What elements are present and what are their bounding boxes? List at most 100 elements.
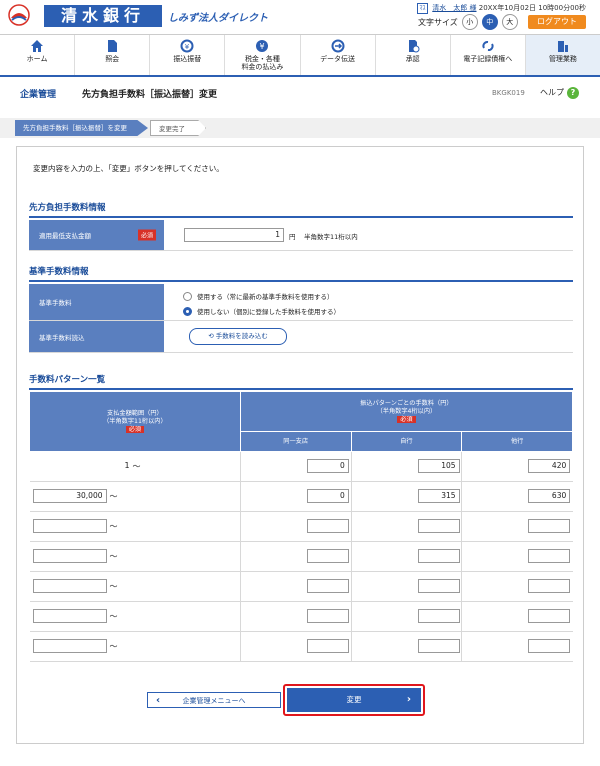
radio-label: 使用しない（個別に登録した手数料を使用する） xyxy=(197,308,340,316)
other-bank-fee-input[interactable]: 420 xyxy=(528,459,571,473)
nav-data-transfer[interactable]: データ伝送 xyxy=(301,35,376,75)
same-branch-fee-input[interactable] xyxy=(306,639,349,653)
nav-label: 管理業務 xyxy=(548,55,577,63)
font-size-small-button[interactable]: 小 xyxy=(461,14,478,30)
other-bank-fee-input[interactable] xyxy=(528,609,571,623)
section-title-fee-info: 先方負担手数料情報 xyxy=(29,203,106,213)
nav-label: 承認 xyxy=(405,55,420,63)
table-row: ～ xyxy=(29,571,573,602)
load-fee-button[interactable]: ⟲ 手数料を読み込む xyxy=(189,328,287,345)
required-badge: 必須 xyxy=(125,425,145,433)
other-bank-fee-input[interactable] xyxy=(528,549,571,563)
range-cell: ～ xyxy=(29,601,241,632)
own-bank-fee-cell xyxy=(351,511,463,542)
range-cell: 30,000 ～ xyxy=(29,481,241,512)
range-cell: ～ xyxy=(29,571,241,602)
other-bank-fee-input[interactable] xyxy=(528,639,571,653)
header-range-note: （半角数字11桁以内） xyxy=(103,417,167,425)
last-login-time: 20XX年10月02日 10時00分00秒 xyxy=(478,4,586,12)
other-bank-fee-cell xyxy=(461,631,573,662)
back-label: 企業管理メニューへ xyxy=(182,697,246,705)
range-tilde: ～ xyxy=(109,612,118,621)
other-bank-fee-cell: 420 xyxy=(461,451,573,482)
fee-pattern-table: 支払金額範囲（円） （半角数字11桁以内） 必須 振込パターンごとの手数料（円）… xyxy=(29,391,574,662)
font-size-label: 文字サイズ xyxy=(418,17,458,27)
same-branch-fee-input[interactable] xyxy=(306,549,349,563)
row-label: 適用最低支払金額 必須 xyxy=(29,220,164,250)
range-from-input[interactable] xyxy=(32,609,107,623)
user-icon: ﾏｽ xyxy=(417,3,429,14)
user-name-link[interactable]: 清水 太郎 様 xyxy=(432,4,476,12)
range-from-input[interactable] xyxy=(32,519,107,533)
nav-inquiry[interactable]: 照会 xyxy=(75,35,151,75)
own-bank-fee-input[interactable]: 315 xyxy=(417,489,460,503)
font-size-medium-button[interactable]: 中 xyxy=(481,14,498,30)
same-branch-fee-input[interactable]: 0 xyxy=(306,459,349,473)
other-bank-fee-input[interactable] xyxy=(528,519,571,533)
range-from-input[interactable] xyxy=(32,549,107,563)
bank-logo-icon xyxy=(8,4,30,26)
header-fee-pattern: 振込パターンごとの手数料（円） （半角数字4桁以内） 必須 xyxy=(239,391,574,432)
nav-home[interactable]: ホーム xyxy=(0,35,76,75)
range-from-input[interactable] xyxy=(32,579,107,593)
own-bank-fee-cell xyxy=(351,601,463,632)
nav-management[interactable]: 管理業務 xyxy=(525,35,600,75)
step-current: 先方負担手数料［振込振替］を変更 xyxy=(15,120,148,136)
nav-electronic-claims[interactable]: 電子記録債権へ xyxy=(451,35,526,75)
other-bank-fee-cell xyxy=(461,601,573,632)
required-badge: 必須 xyxy=(397,415,416,423)
logout-button[interactable]: ログアウト xyxy=(528,15,586,29)
same-branch-fee-input[interactable] xyxy=(306,609,349,623)
table-row: ～ xyxy=(29,631,573,662)
header-other-bank: 他行 xyxy=(461,431,573,452)
screen-id: BKGK019 xyxy=(492,89,525,97)
svg-text:¥: ¥ xyxy=(260,42,265,51)
refresh-icon: ⟲ xyxy=(208,332,216,340)
nav-label: データ伝送 xyxy=(320,55,356,63)
global-nav: ホーム 照会 ¥ 振込振替 ¥ 税金・各種 料金の払込み データ伝送 承認 電子… xyxy=(0,34,600,77)
nav-transfer[interactable]: ¥ 振込振替 xyxy=(150,35,226,75)
radio-label: 使用する（常に最新の基準手数料を使用する） xyxy=(197,293,334,301)
own-bank-fee-input[interactable] xyxy=(417,609,460,623)
range-from-input[interactable]: 30,000 xyxy=(32,489,107,503)
other-bank-fee-input[interactable] xyxy=(528,579,571,593)
nav-tax-payment[interactable]: ¥ 税金・各種 料金の払込み xyxy=(225,35,301,75)
same-branch-fee-input[interactable]: 0 xyxy=(306,489,349,503)
help-link[interactable]: ヘルプ? xyxy=(540,87,579,99)
own-bank-fee-input[interactable] xyxy=(417,579,460,593)
back-to-menu-button[interactable]: ‹ 企業管理メニューへ xyxy=(147,692,281,708)
nav-label: 電子記録債権へ xyxy=(463,55,513,63)
own-bank-fee-input[interactable]: 105 xyxy=(417,459,460,473)
radio-not-use-base-fee[interactable]: 使用しない（個別に登録した手数料を使用する） xyxy=(183,306,340,316)
document-icon xyxy=(108,40,118,52)
header-fee-note: （半角数字4桁以内） xyxy=(376,407,437,415)
other-bank-fee-cell xyxy=(461,541,573,572)
page-title: 先方負担手数料［振込振替］変更 xyxy=(82,90,218,100)
load-fee-label: 手数料を読み込む xyxy=(215,332,268,340)
change-button[interactable]: 変更 › xyxy=(287,688,421,712)
row-load-fee: 基準手数料読込 ⟲ 手数料を読み込む xyxy=(29,321,573,353)
font-size-large-button[interactable]: 大 xyxy=(501,14,518,30)
same-branch-fee-input[interactable] xyxy=(306,519,349,533)
range-from-input[interactable] xyxy=(32,639,107,653)
own-bank-fee-input[interactable] xyxy=(417,519,460,533)
own-bank-fee-input[interactable] xyxy=(417,549,460,563)
own-bank-fee-cell xyxy=(351,571,463,602)
section-title-fee-patterns: 手数料パターン一覧 xyxy=(29,375,106,385)
label-load-fee: 基準手数料読込 xyxy=(39,333,85,342)
other-bank-fee-cell xyxy=(461,511,573,542)
range-tilde: ～ xyxy=(109,552,118,561)
svg-text:¥: ¥ xyxy=(185,43,190,51)
radio-circle xyxy=(183,291,192,301)
same-branch-fee-input[interactable] xyxy=(306,579,349,593)
other-bank-fee-input[interactable]: 630 xyxy=(528,489,571,503)
own-bank-fee-input[interactable] xyxy=(417,639,460,653)
label-base-fee: 基準手数料 xyxy=(39,299,72,307)
instruction-text: 変更内容を入力の上、「変更」ボタンを押してください。 xyxy=(33,164,224,173)
nav-approval[interactable]: 承認 xyxy=(376,35,451,75)
font-size-selector: 文字サイズ 小 中 大 xyxy=(418,14,518,30)
same-branch-fee-cell: 0 xyxy=(240,481,352,512)
min-payment-input[interactable]: 1 xyxy=(184,228,284,242)
header-same-branch: 同一支店 xyxy=(239,431,352,452)
radio-use-base-fee[interactable]: 使用する（常に最新の基準手数料を使用する） xyxy=(183,291,334,301)
